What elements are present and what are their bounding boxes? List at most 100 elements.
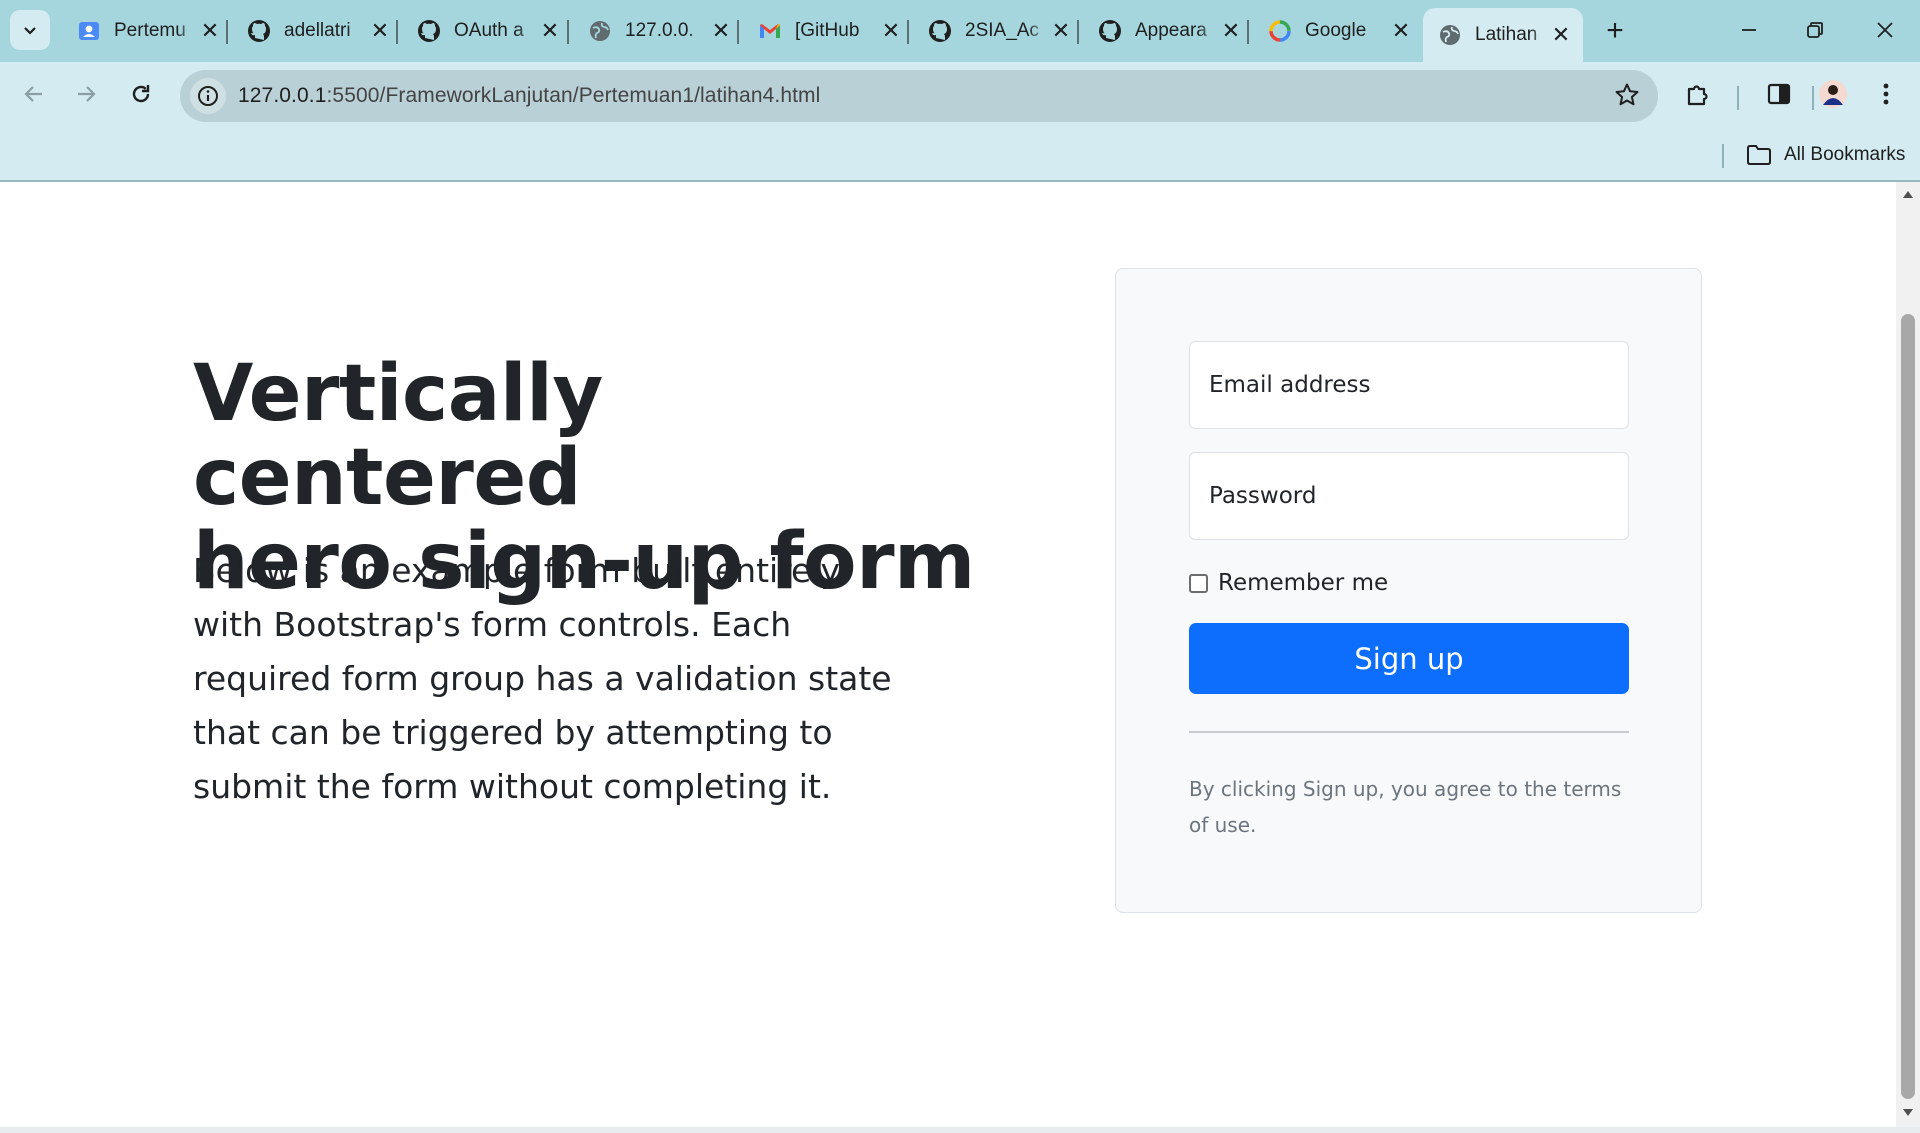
tab-title: Google — [1305, 20, 1367, 41]
close-icon[interactable]: ✕ — [1219, 18, 1243, 43]
extensions-button[interactable] — [1676, 72, 1720, 116]
hero-lead-text: Below is an example form built entirely … — [193, 551, 892, 806]
tab-separator — [567, 20, 569, 44]
scrollbar-thumb[interactable] — [1901, 314, 1915, 1099]
url-host: 127.0.0.1 — [238, 84, 327, 107]
puzzle-icon — [1687, 85, 1708, 106]
github-icon — [927, 18, 953, 44]
close-icon[interactable]: ✕ — [709, 18, 733, 43]
tab-separator — [737, 20, 739, 44]
reload-button[interactable] — [119, 72, 163, 116]
forward-button[interactable] — [64, 72, 108, 116]
avatar-icon — [1819, 80, 1847, 108]
close-icon[interactable]: ✕ — [538, 18, 562, 43]
tab-separator — [226, 20, 228, 44]
side-panel-button[interactable] — [1757, 72, 1801, 116]
tab-title: Pertemu — [114, 20, 186, 41]
arrow-left-icon — [24, 86, 42, 102]
arrow-right-icon — [78, 86, 96, 102]
password-input[interactable] — [1209, 483, 1628, 509]
tab-strip: Pertemu ✕ adellatri ✕ OAuth a ✕ 127.0.0.… — [0, 0, 1920, 62]
chevron-down-icon — [24, 27, 36, 35]
browser-tab-active[interactable]: Latihan ✕ — [1423, 8, 1583, 62]
window-bottom-edge — [0, 1127, 1920, 1133]
tab-separator — [396, 20, 398, 44]
url-path: :5500/FrameworkLanjutan/Pertemuan1/latih… — [326, 84, 821, 107]
browser-tab[interactable]: Appeara ✕ — [1083, 8, 1253, 54]
tab-title: [GitHub — [795, 20, 860, 41]
globe-icon — [1437, 22, 1463, 48]
minimize-button[interactable] — [1714, 8, 1784, 52]
tab-title: Latihan — [1475, 24, 1538, 45]
browser-tab[interactable]: Pertemu ✕ — [62, 8, 232, 54]
address-bar[interactable]: 127.0.0.1:5500/FrameworkLanjutan/Pertemu… — [180, 70, 1658, 122]
new-tab-button[interactable]: + — [1598, 14, 1632, 48]
all-bookmarks-label: All Bookmarks — [1784, 144, 1906, 165]
remember-me-label: Remember me — [1218, 570, 1389, 596]
divider — [1189, 731, 1629, 733]
remember-me-checkbox[interactable] — [1189, 573, 1208, 593]
google-icon — [1267, 18, 1293, 44]
close-icon[interactable]: ✕ — [368, 18, 392, 43]
close-icon[interactable]: ✕ — [1049, 18, 1073, 43]
folder-icon — [1747, 145, 1771, 165]
browser-chrome: Pertemu ✕ adellatri ✕ OAuth a ✕ 127.0.0.… — [0, 0, 1920, 182]
close-icon[interactable]: ✕ — [1549, 22, 1573, 47]
browser-tab[interactable]: OAuth a ✕ — [402, 8, 572, 54]
bookmarks-divider — [1722, 144, 1724, 168]
url-text: 127.0.0.1:5500/FrameworkLanjutan/Pertemu… — [238, 84, 820, 108]
tab-separator — [1247, 20, 1249, 44]
site-info-icon[interactable] — [190, 78, 226, 114]
restore-icon — [1807, 22, 1823, 38]
password-field[interactable] — [1189, 452, 1629, 540]
contacts-icon — [76, 18, 102, 44]
email-input[interactable] — [1209, 372, 1628, 398]
page-content: Vertically centered hero sign-up form Be… — [0, 182, 1896, 1127]
close-icon[interactable]: ✕ — [1389, 18, 1413, 43]
page-scrollbar[interactable] — [1896, 182, 1920, 1127]
signup-form-card: Remember me Sign up By clicking Sign up,… — [1115, 268, 1702, 913]
tab-title: Appeara — [1135, 20, 1207, 41]
side-panel-icon — [1767, 83, 1791, 105]
github-icon — [246, 18, 272, 44]
minimize-icon — [1742, 29, 1756, 31]
toolbar: 127.0.0.1:5500/FrameworkLanjutan/Pertemu… — [0, 62, 1920, 128]
close-icon[interactable]: ✕ — [198, 18, 222, 43]
remember-me[interactable]: Remember me — [1189, 567, 1388, 599]
all-bookmarks-button[interactable]: All Bookmarks — [1746, 138, 1905, 172]
browser-tab[interactable]: 127.0.0. ✕ — [573, 8, 743, 54]
close-icon[interactable]: ✕ — [879, 18, 903, 43]
tab-separator — [907, 20, 909, 44]
profile-button[interactable] — [1811, 72, 1855, 116]
sign-up-button[interactable]: Sign up — [1189, 623, 1629, 694]
close-window-button[interactable] — [1850, 8, 1920, 52]
github-icon — [1097, 18, 1123, 44]
bookmark-star-icon[interactable] — [1614, 82, 1640, 113]
browser-tab[interactable]: [GitHub ✕ — [743, 8, 913, 54]
gmail-icon — [757, 18, 783, 44]
tab-title: OAuth a — [454, 20, 524, 41]
browser-tab[interactable]: adellatri ✕ — [232, 8, 402, 54]
terms-text: By clicking Sign up, you agree to the te… — [1189, 777, 1622, 837]
scroll-down-icon[interactable] — [1902, 1107, 1914, 1119]
tab-title: 127.0.0. — [625, 20, 694, 41]
email-field[interactable] — [1189, 341, 1629, 429]
menu-button[interactable] — [1864, 72, 1908, 116]
more-vert-icon — [1883, 83, 1889, 105]
restore-button[interactable] — [1780, 8, 1850, 52]
close-icon — [1877, 22, 1893, 38]
browser-tab[interactable]: 2SIA_Ac ✕ — [913, 8, 1083, 54]
hero-heading-line-1: Vertically centered — [193, 349, 603, 523]
browser-tab[interactable]: Google ✕ — [1253, 8, 1423, 54]
toolbar-divider — [1737, 86, 1739, 110]
reload-icon — [132, 85, 150, 103]
tab-separator — [1077, 20, 1079, 44]
tab-search-button[interactable] — [10, 10, 50, 50]
github-icon — [416, 18, 442, 44]
bookmarks-bar: All Bookmarks — [0, 128, 1920, 182]
tab-title: 2SIA_Ac — [965, 20, 1039, 41]
globe-icon — [587, 18, 613, 44]
back-button[interactable] — [12, 72, 56, 116]
scroll-up-icon[interactable] — [1902, 188, 1914, 200]
tab-title: adellatri — [284, 20, 351, 41]
